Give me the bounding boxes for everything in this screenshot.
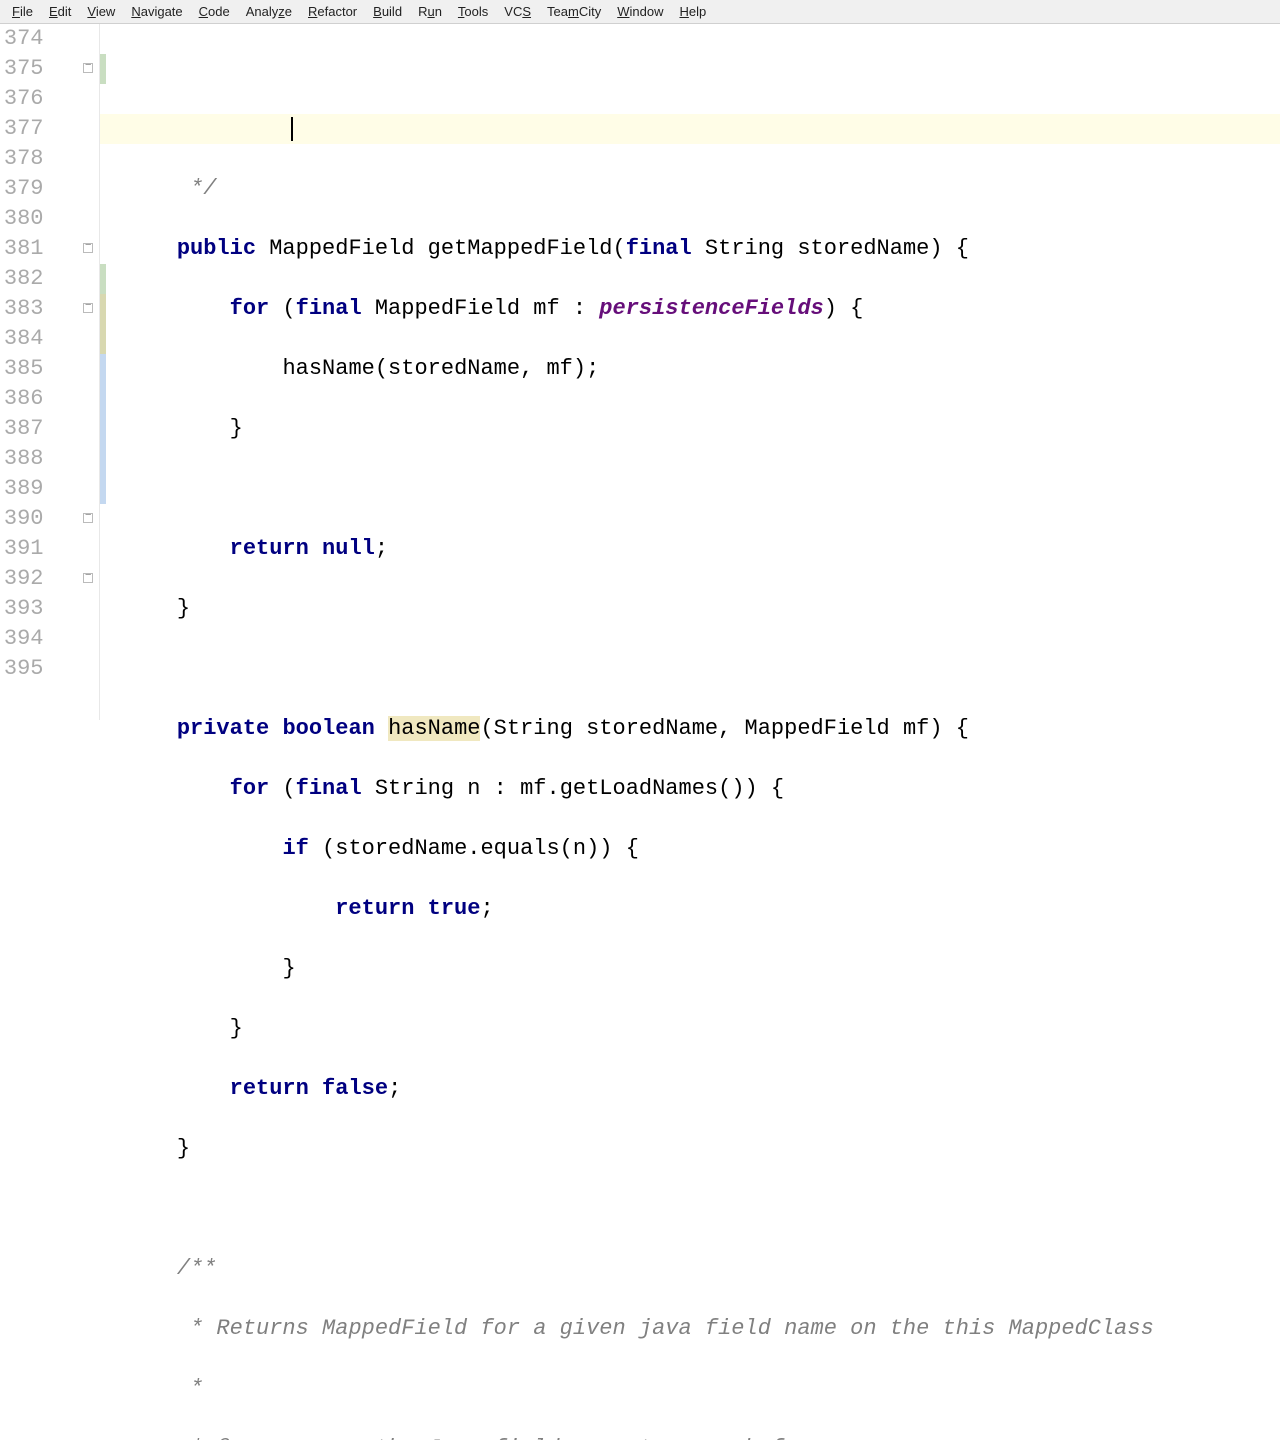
menu-vcs[interactable]: VCS bbox=[496, 2, 539, 21]
menu-run[interactable]: Run bbox=[410, 2, 450, 21]
code-line: * @param name the Java field name to sea… bbox=[124, 1434, 1280, 1440]
line-number: 378 bbox=[0, 144, 52, 174]
line-number: 379 bbox=[0, 174, 52, 204]
code-line: return null; bbox=[124, 534, 1280, 564]
code-line: if (storedName.equals(n)) { bbox=[124, 834, 1280, 864]
code-line: } bbox=[124, 594, 1280, 624]
menu-window[interactable]: Window bbox=[609, 2, 671, 21]
line-number: 395 bbox=[0, 654, 52, 684]
code-line: } bbox=[124, 414, 1280, 444]
line-number: 391 bbox=[0, 534, 52, 564]
code-line: } bbox=[124, 1014, 1280, 1044]
line-gutter: 374 375 376 377 378 379 380 381 382 383 … bbox=[0, 24, 100, 720]
line-number: 392 bbox=[0, 564, 52, 594]
code-line bbox=[124, 474, 1280, 504]
line-number: 387 bbox=[0, 414, 52, 444]
fold-icon[interactable] bbox=[83, 303, 93, 313]
fold-icon[interactable] bbox=[83, 243, 93, 253]
code-line: } bbox=[124, 954, 1280, 984]
line-number: 393 bbox=[0, 594, 52, 624]
line-number: 381 bbox=[0, 234, 52, 264]
code-line: return true; bbox=[124, 894, 1280, 924]
code-line: for (final String n : mf.getLoadNames())… bbox=[124, 774, 1280, 804]
code-line: * Returns MappedField for a given java f… bbox=[124, 1314, 1280, 1344]
code-text-area[interactable]: */ public MappedField getMappedField(fin… bbox=[100, 24, 1280, 720]
code-line: /** bbox=[124, 1254, 1280, 1284]
line-number: 385 bbox=[0, 354, 52, 384]
line-number: 384 bbox=[0, 324, 52, 354]
line-number: 386 bbox=[0, 384, 52, 414]
menu-view[interactable]: View bbox=[79, 2, 123, 21]
menu-edit[interactable]: Edit bbox=[41, 2, 79, 21]
line-number: 376 bbox=[0, 84, 52, 114]
line-number: 382 bbox=[0, 264, 52, 294]
line-number: 394 bbox=[0, 624, 52, 654]
current-line-highlight bbox=[100, 114, 1280, 144]
menu-navigate[interactable]: Navigate bbox=[123, 2, 190, 21]
code-line: */ bbox=[124, 174, 1280, 204]
menu-teamcity[interactable]: TeamCity bbox=[539, 2, 609, 21]
main-menubar: FFileile Edit View Navigate Code Analyze… bbox=[0, 0, 1280, 24]
fold-icon[interactable] bbox=[83, 573, 93, 583]
menu-help[interactable]: Help bbox=[671, 2, 714, 21]
code-line: } bbox=[124, 1134, 1280, 1164]
menu-build[interactable]: Build bbox=[365, 2, 410, 21]
code-line: public MappedField getMappedField(final … bbox=[124, 234, 1280, 264]
fold-icon[interactable] bbox=[83, 513, 93, 523]
code-line: private boolean hasName(String storedNam… bbox=[124, 714, 1280, 744]
line-number: 374 bbox=[0, 24, 52, 54]
menu-refactor[interactable]: Refactor bbox=[300, 2, 365, 21]
line-number: 377 bbox=[0, 114, 52, 144]
menu-tools[interactable]: Tools bbox=[450, 2, 496, 21]
line-number: 388 bbox=[0, 444, 52, 474]
code-line bbox=[124, 1194, 1280, 1224]
line-number: 383 bbox=[0, 294, 52, 324]
text-caret bbox=[291, 117, 293, 141]
code-line bbox=[124, 654, 1280, 684]
code-editor[interactable]: 374 375 376 377 378 379 380 381 382 383 … bbox=[0, 24, 1280, 720]
fold-icon[interactable] bbox=[83, 63, 93, 73]
line-number: 380 bbox=[0, 204, 52, 234]
menu-analyze[interactable]: Analyze bbox=[238, 2, 300, 21]
line-number: 389 bbox=[0, 474, 52, 504]
menu-file[interactable]: FFileile bbox=[4, 2, 41, 21]
code-line: hasName(storedName, mf); bbox=[124, 354, 1280, 384]
menu-code[interactable]: Code bbox=[191, 2, 238, 21]
code-line: for (final MappedField mf : persistenceF… bbox=[124, 294, 1280, 324]
code-line: return false; bbox=[124, 1074, 1280, 1104]
line-number: 390 bbox=[0, 504, 52, 534]
code-line: * bbox=[124, 1374, 1280, 1404]
line-number: 375 bbox=[0, 54, 52, 84]
